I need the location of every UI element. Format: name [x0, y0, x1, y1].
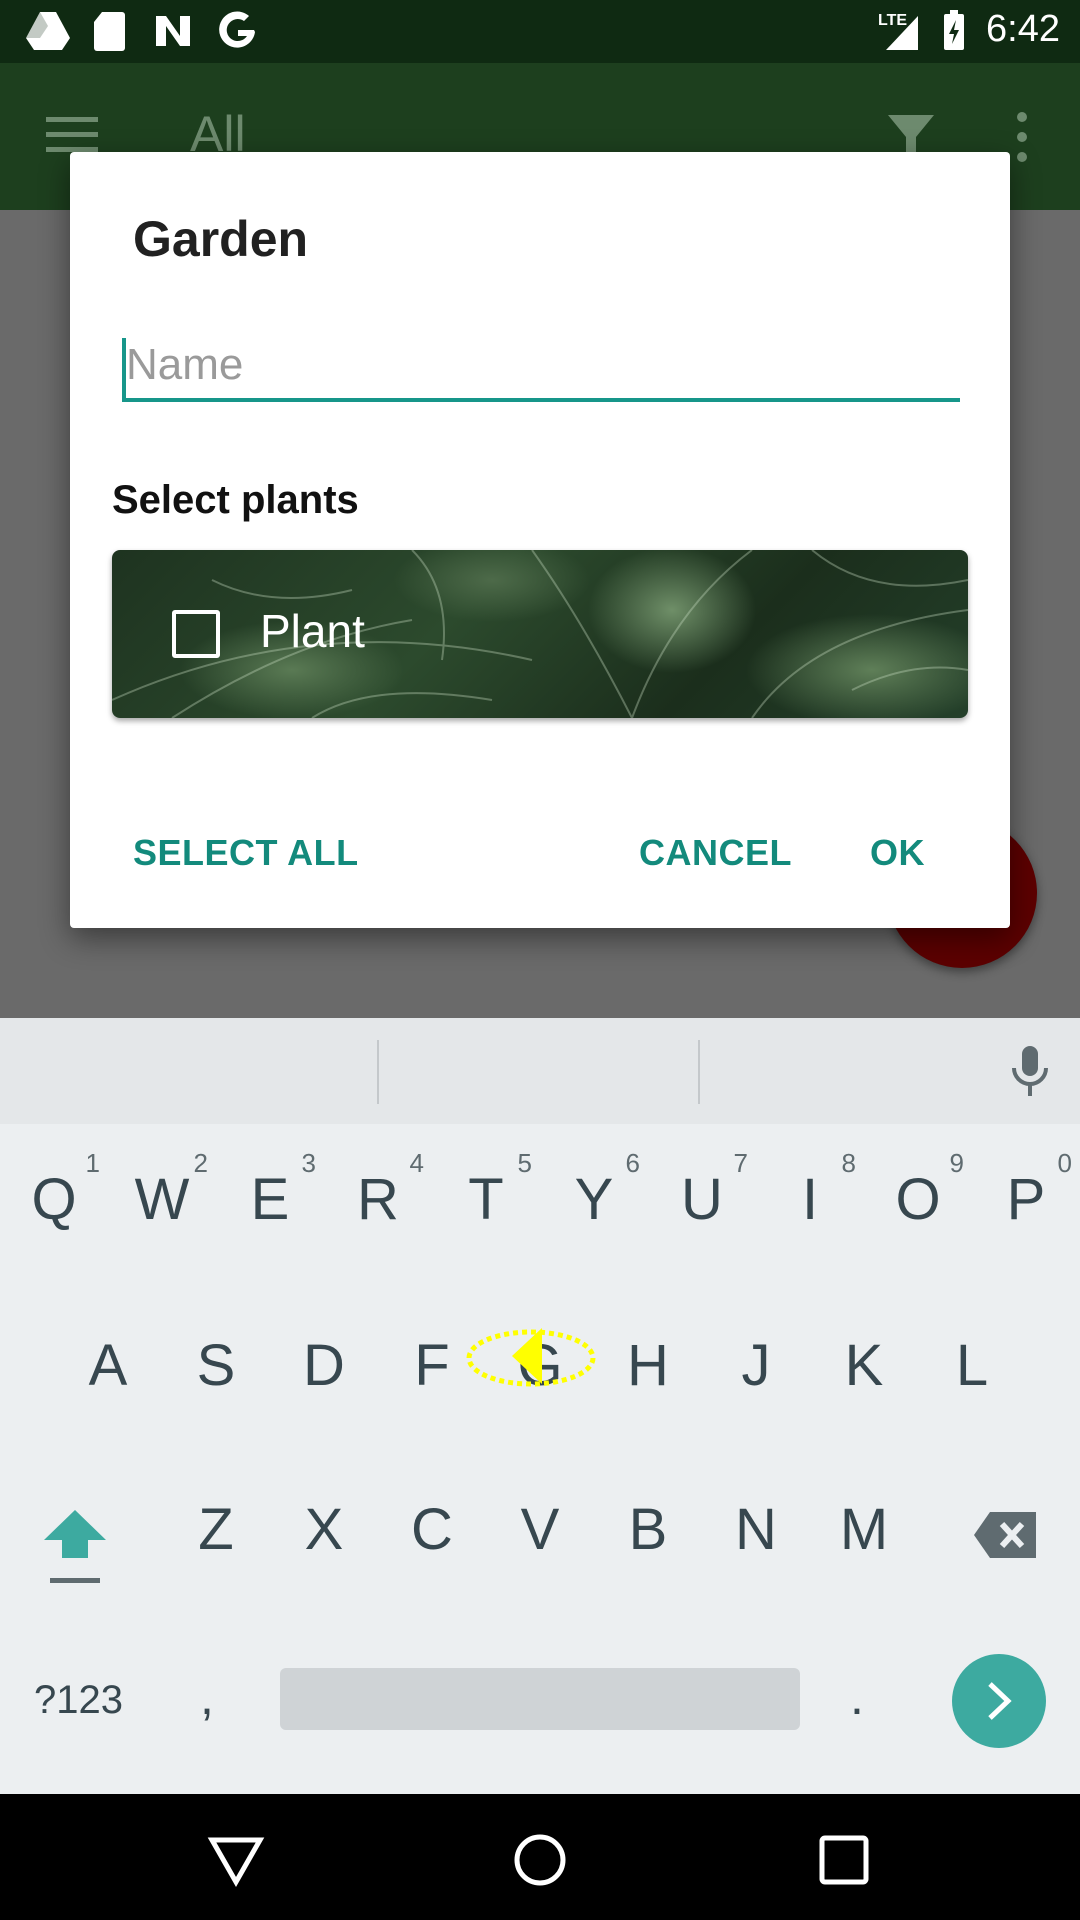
microphone-icon[interactable]: [1000, 1040, 1060, 1100]
key-label: H: [627, 1333, 669, 1398]
key-label: D: [303, 1333, 345, 1398]
plant-list-item[interactable]: Plant: [112, 550, 968, 718]
key-p[interactable]: P0: [976, 1148, 1076, 1286]
select-all-button[interactable]: SELECT ALL: [133, 832, 359, 874]
key-a[interactable]: A: [58, 1332, 158, 1452]
key-x[interactable]: X: [274, 1496, 374, 1616]
status-time: 6:42: [986, 8, 1060, 50]
key-label: J: [741, 1333, 771, 1398]
key-l[interactable]: L: [922, 1332, 1022, 1452]
key-e[interactable]: E3: [220, 1148, 320, 1286]
sd-card-icon: [94, 12, 125, 51]
suggestion-divider: [698, 1040, 700, 1104]
key-c[interactable]: C: [382, 1496, 482, 1616]
key-label: C: [411, 1497, 453, 1562]
key-m[interactable]: M: [814, 1496, 914, 1616]
key-o[interactable]: O9: [868, 1148, 968, 1286]
key-label: U: [681, 1167, 723, 1232]
key-label: Z: [198, 1497, 234, 1562]
key-j[interactable]: J: [706, 1332, 806, 1452]
leaf-background-image: [112, 550, 968, 718]
key-n[interactable]: N: [706, 1496, 806, 1616]
key-label: V: [520, 1497, 560, 1562]
key-label: Y: [574, 1167, 614, 1232]
key-label: K: [844, 1333, 884, 1398]
key-hint: 3: [301, 1148, 316, 1178]
key-label: W: [134, 1167, 190, 1232]
key-hint: 8: [841, 1148, 856, 1178]
key-u[interactable]: U7: [652, 1148, 752, 1286]
key-hint: 5: [517, 1148, 532, 1178]
garden-dialog: Garden Select plants Plant SELECT ALL CA…: [70, 152, 1010, 928]
status-bar: LTE 6:42: [0, 0, 1080, 63]
key-label: I: [801, 1167, 819, 1232]
key-label: B: [628, 1497, 668, 1562]
key-t[interactable]: T5: [436, 1148, 536, 1286]
key-label: O: [895, 1167, 941, 1232]
key-hint: 7: [733, 1148, 748, 1178]
key-label: R: [357, 1167, 399, 1232]
soft-keyboard: Q1W2E3R4T5Y6U7I8O9P0 ASDFGHJKL ZXCVBNM ?…: [0, 1018, 1080, 1794]
battery-charging-icon: [944, 10, 964, 50]
key-label: T: [468, 1167, 504, 1232]
space-bar[interactable]: [280, 1668, 800, 1730]
key-d[interactable]: D: [274, 1332, 374, 1452]
key-label: S: [196, 1333, 236, 1398]
recents-icon[interactable]: [814, 1830, 874, 1890]
plant-checkbox[interactable]: [172, 610, 220, 658]
key-v[interactable]: V: [490, 1496, 590, 1616]
key-h[interactable]: H: [598, 1332, 698, 1452]
key-hint: 6: [625, 1148, 640, 1178]
key-hint: 1: [85, 1148, 100, 1178]
key-hint: 9: [949, 1148, 964, 1178]
key-i[interactable]: I8: [760, 1148, 860, 1286]
backspace-icon[interactable]: [972, 1510, 1038, 1560]
key-z[interactable]: Z: [166, 1496, 266, 1616]
symbols-key[interactable]: ?123: [34, 1678, 123, 1723]
name-input[interactable]: [122, 332, 960, 402]
key-b[interactable]: B: [598, 1496, 698, 1616]
menu-icon[interactable]: [46, 115, 98, 155]
key-label: N: [735, 1497, 777, 1562]
dialog-title: Garden: [133, 211, 309, 267]
key-hint: 2: [193, 1148, 208, 1178]
google-icon: [219, 11, 255, 48]
cancel-button[interactable]: CANCEL: [639, 832, 792, 874]
key-k[interactable]: K: [814, 1332, 914, 1452]
tap-indicator-icon: [466, 1328, 596, 1387]
home-icon[interactable]: [510, 1830, 570, 1890]
key-r[interactable]: R4: [328, 1148, 428, 1286]
more-options-icon[interactable]: [1010, 111, 1034, 163]
suggestion-divider: [377, 1040, 379, 1104]
key-hint: 0: [1057, 1148, 1072, 1178]
drive-icon: [26, 12, 70, 50]
key-y[interactable]: Y6: [544, 1148, 644, 1286]
navigation-bar: [0, 1794, 1080, 1920]
signal-icon: [886, 16, 918, 50]
key-label: L: [955, 1333, 989, 1398]
key-hint: 4: [409, 1148, 424, 1178]
text-cursor: [122, 338, 126, 400]
key-label: X: [304, 1497, 344, 1562]
key-s[interactable]: S: [166, 1332, 266, 1452]
key-label: M: [839, 1497, 889, 1562]
select-plants-label: Select plants: [112, 478, 359, 522]
key-q[interactable]: Q1: [4, 1148, 104, 1286]
suggestion-strip: [0, 1018, 1080, 1124]
ok-button[interactable]: OK: [870, 832, 925, 874]
key-label: E: [250, 1167, 290, 1232]
key-w[interactable]: W2: [112, 1148, 212, 1286]
plant-name: Plant: [260, 605, 365, 657]
key-label: A: [88, 1333, 128, 1398]
shift-icon[interactable]: [40, 1506, 110, 1586]
key-label: F: [414, 1333, 450, 1398]
next-button[interactable]: [952, 1654, 1046, 1748]
back-icon[interactable]: [206, 1830, 266, 1890]
period-key[interactable]: .: [850, 1668, 864, 1726]
comma-key[interactable]: ,: [200, 1668, 214, 1726]
key-label: Q: [31, 1167, 77, 1232]
n-logo-icon: [156, 16, 190, 46]
key-label: P: [1006, 1167, 1046, 1232]
chevron-right-icon: [988, 1682, 1012, 1720]
